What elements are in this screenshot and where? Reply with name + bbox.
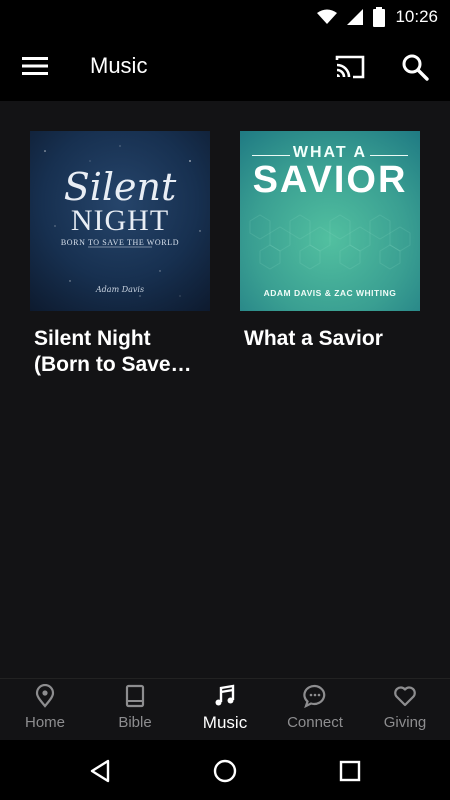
menu-icon[interactable] <box>22 53 48 79</box>
nav-item-home[interactable]: Home <box>0 679 90 741</box>
wifi-icon <box>317 9 338 24</box>
nav-item-bible[interactable]: Bible <box>90 679 180 741</box>
bottom-nav: Home Bible Music Connect Giving <box>0 678 450 740</box>
cover-artists: ADAM DAVIS & ZAC WHITING <box>263 288 397 298</box>
album-card-silent-night[interactable]: Silent NIGHT BORN TO SAVE THE WORLD Adam… <box>30 131 210 378</box>
system-nav-bar <box>0 740 450 800</box>
nav-label: Giving <box>383 714 427 731</box>
chat-bubble-icon <box>303 684 326 708</box>
nav-item-giving[interactable]: Giving <box>360 679 450 741</box>
battery-icon <box>373 6 386 27</box>
cover-signature: Adam Davis <box>95 285 145 294</box>
home-circle-icon[interactable] <box>212 758 238 784</box>
nav-item-connect[interactable]: Connect <box>270 679 360 741</box>
app-bar: Music <box>0 33 450 101</box>
status-bar: 10:26 <box>0 0 450 33</box>
book-icon <box>125 684 145 708</box>
nav-label: Music <box>202 713 248 732</box>
cast-icon[interactable] <box>334 53 366 81</box>
nav-label: Bible <box>118 714 152 731</box>
album-title[interactable]: Silent Night (Born to Save… <box>30 326 210 378</box>
page-title: Music <box>90 53 148 78</box>
nav-label: Home <box>24 714 65 731</box>
album-cover-what-a-savior[interactable]: WHAT A SAVIOR ADAM DAVIS & ZAC WHITING <box>240 131 420 311</box>
nav-item-music[interactable]: Music <box>180 679 270 741</box>
nav-label: Connect <box>287 714 343 731</box>
music-grid: Silent NIGHT BORN TO SAVE THE WORLD Adam… <box>0 101 450 678</box>
location-pin-icon <box>35 684 55 708</box>
cell-signal-icon <box>347 8 364 25</box>
search-icon[interactable] <box>401 53 429 81</box>
back-icon[interactable] <box>87 758 113 784</box>
cover-script-text: Silent <box>63 165 177 209</box>
album-cover-silent-night[interactable]: Silent NIGHT BORN TO SAVE THE WORLD Adam… <box>30 131 210 311</box>
album-title[interactable]: What a Savior <box>240 326 420 352</box>
music-note-icon <box>215 684 235 706</box>
recents-icon[interactable] <box>337 758 363 784</box>
cover-main-text: SAVIOR <box>252 159 408 201</box>
heart-icon <box>394 686 416 707</box>
album-card-what-a-savior[interactable]: WHAT A SAVIOR ADAM DAVIS & ZAC WHITING W… <box>240 131 420 352</box>
cover-tagline: BORN TO SAVE THE WORLD <box>60 238 180 247</box>
status-time: 10:26 <box>395 6 438 26</box>
cover-main-text: NIGHT <box>70 204 170 237</box>
